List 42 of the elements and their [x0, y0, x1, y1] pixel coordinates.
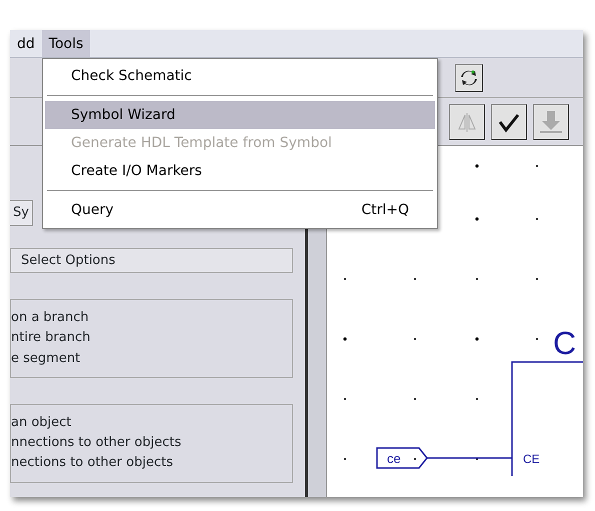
menu-item[interactable]: Query Ctrl+Q: [45, 196, 435, 224]
mirror-icon: [456, 111, 478, 133]
panel-tab[interactable]: Sy: [10, 200, 33, 226]
grid-dot: [475, 164, 479, 168]
grid-dot: [343, 337, 347, 341]
grid-dot: [344, 278, 346, 280]
menu-item[interactable]: Symbol Wizard: [45, 101, 435, 129]
grid-dot: [476, 398, 478, 400]
grid-dot: [414, 398, 416, 400]
grid-dot: [344, 458, 346, 460]
grid-dot: [536, 278, 538, 280]
grid-dot: [475, 337, 479, 341]
option-label: nections to other objects: [11, 455, 174, 472]
menu-item[interactable]: Create I/O Markers: [45, 157, 435, 185]
option-label: nnections to other objects: [11, 435, 182, 452]
option-label: ntire branch: [11, 330, 92, 346]
symbol-title: C: [553, 325, 576, 361]
grid-dot: [536, 218, 538, 220]
grid-dot: [414, 278, 416, 280]
menu-item[interactable]: Tools: [42, 30, 90, 57]
io-marker: [376, 447, 428, 469]
option-label: on a branch: [11, 310, 90, 326]
refresh-icon: [459, 68, 479, 88]
toolbar-button[interactable]: [455, 64, 483, 92]
grid-dot: [414, 338, 416, 340]
section-header: Select Options: [10, 248, 293, 273]
marker-label: ce: [387, 451, 401, 466]
grid-dot: [344, 398, 346, 400]
download-icon: [538, 109, 564, 135]
grid-dot: [536, 338, 538, 340]
grid-dot: [536, 165, 538, 167]
grid-dot: [476, 458, 478, 460]
grid-dot: [475, 217, 479, 221]
pin-label: CE: [523, 452, 540, 466]
menu-item[interactable]: Check Schematic: [45, 62, 435, 90]
option-label: an object: [11, 414, 72, 431]
option-label: e segment: [11, 350, 82, 367]
menu-item[interactable]: dd: [10, 30, 42, 57]
check-icon: [497, 111, 521, 133]
grid-dot: [414, 458, 416, 460]
toolbar-button[interactable]: [491, 104, 527, 140]
grid-dot: [476, 278, 478, 280]
